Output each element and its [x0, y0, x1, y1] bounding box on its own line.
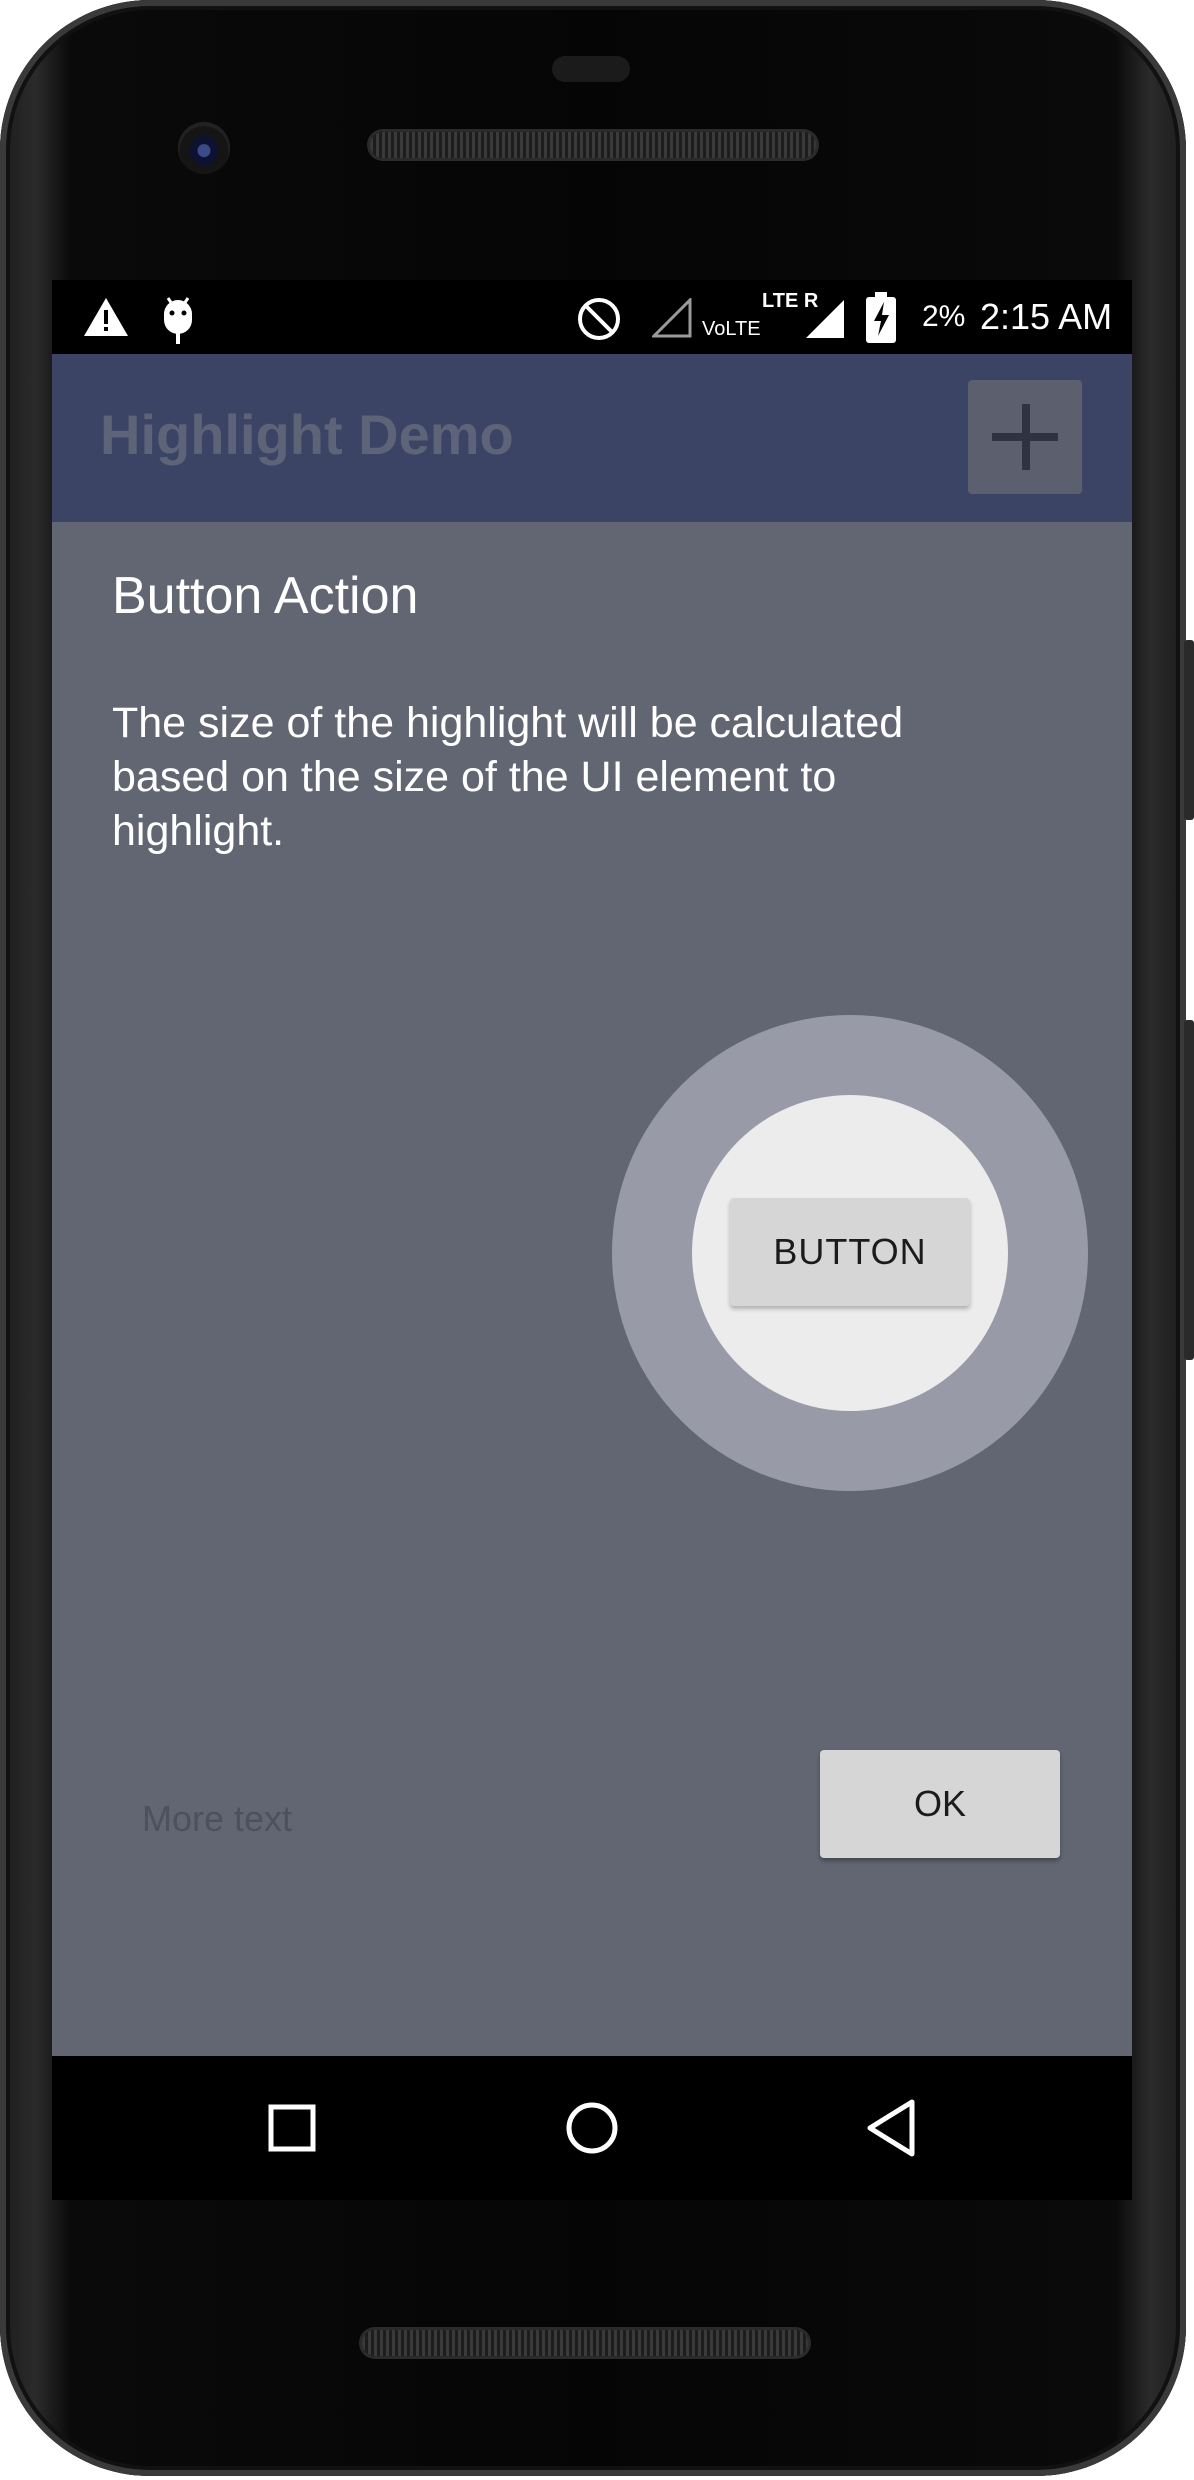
back-icon[interactable]: [842, 2078, 942, 2178]
nav-bar: [52, 2056, 1132, 2200]
battery-percent: 2%: [922, 300, 966, 333]
top-speaker: [370, 132, 816, 158]
app-bar: Highlight Demo: [52, 354, 1132, 522]
front-camera: [178, 122, 230, 174]
add-icon: [992, 404, 1058, 470]
clock: 2:15 AM: [980, 296, 1113, 337]
status-bar: VoLTE LTE R 2% 2:15 AM: [52, 280, 1132, 354]
proximity-sensor: [552, 56, 630, 82]
volume-button: [1184, 640, 1194, 820]
add-button[interactable]: [968, 380, 1082, 494]
signal-lte-icon: [806, 300, 844, 338]
volte-label: VoLTE: [702, 318, 761, 340]
overlay-description: The size of the highlight will be calcul…: [112, 699, 904, 855]
overlay-title: Button Action: [112, 567, 419, 625]
more-text: More text: [142, 1798, 293, 1839]
power-button: [1184, 1020, 1194, 1360]
warning-icon: [84, 298, 128, 336]
bottom-speaker: [362, 2330, 808, 2356]
recents-icon[interactable]: [242, 2078, 342, 2178]
screen: VoLTE LTE R 2% 2:15 AM Highlight Demo Bu…: [52, 280, 1132, 2056]
home-icon[interactable]: [542, 2078, 642, 2178]
app-title: Highlight Demo: [100, 403, 514, 466]
signal-volte-icon: [652, 298, 692, 338]
ok-button[interactable]: OK: [820, 1750, 1060, 1858]
phone-frame: VoLTE LTE R 2% 2:15 AM Highlight Demo Bu…: [0, 0, 1194, 2480]
battery-charging-icon: [866, 292, 896, 343]
highlighted-button[interactable]: BUTTON: [730, 1198, 970, 1306]
android-debug-icon: [164, 297, 192, 344]
highlight-overlay: Button Action The size of the highlight …: [52, 522, 1132, 2056]
do-not-disturb-icon: [578, 298, 620, 340]
